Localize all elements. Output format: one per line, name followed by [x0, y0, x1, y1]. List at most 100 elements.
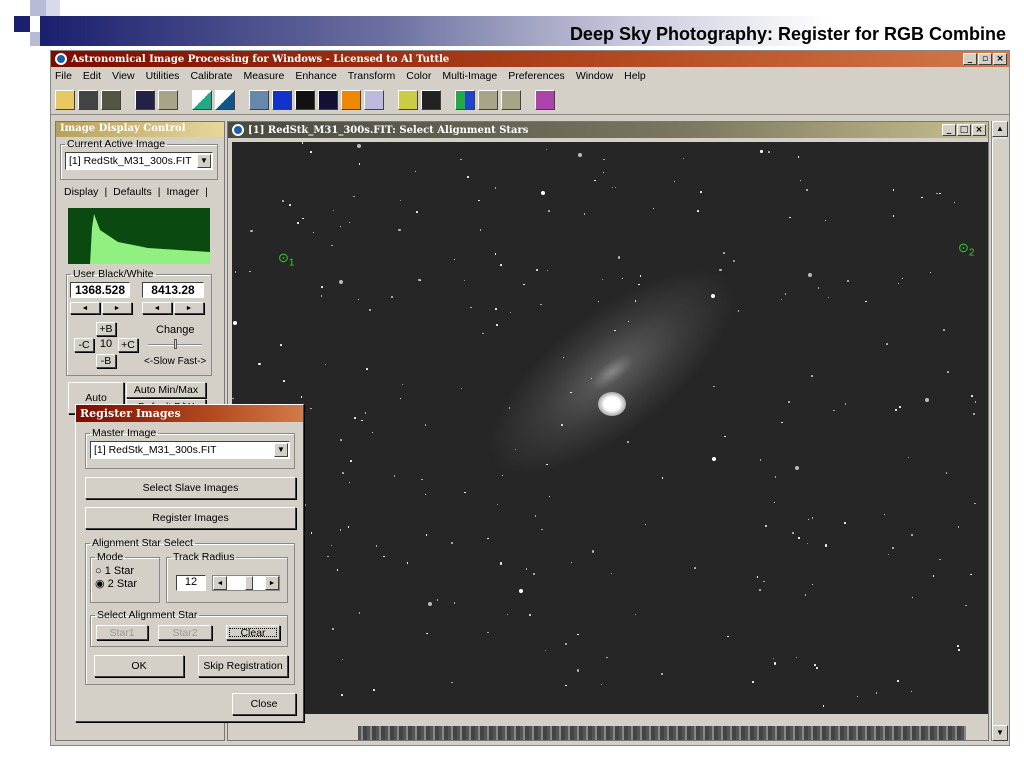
copy-icon[interactable]: [135, 89, 155, 110]
skip-registration-button[interactable]: Skip Registration: [198, 655, 288, 677]
clear-button[interactable]: Clear: [226, 625, 280, 640]
minimize-button[interactable]: _: [942, 124, 956, 136]
master-image-select[interactable]: [1] RedStk_M31_300s.FIT ▼: [90, 441, 290, 459]
star: [398, 228, 401, 232]
speed-slider[interactable]: [148, 339, 202, 349]
close-button[interactable]: ×: [993, 53, 1007, 65]
close-button[interactable]: ×: [972, 124, 986, 136]
ok-button[interactable]: OK: [94, 655, 184, 677]
star: [603, 158, 605, 161]
radio-2-star[interactable]: ◉ 2 Star: [95, 577, 155, 590]
star: [892, 547, 894, 549]
minimize-button[interactable]: _: [963, 53, 977, 65]
menu-transform[interactable]: Transform: [348, 70, 395, 82]
tab-imager[interactable]: Imager: [166, 186, 199, 198]
star: [321, 286, 323, 288]
restore-button[interactable]: ▫: [978, 53, 992, 65]
menu-preferences[interactable]: Preferences: [508, 70, 565, 82]
plus-b-button[interactable]: +B: [96, 322, 116, 336]
menu-file[interactable]: File: [55, 70, 72, 82]
star: [406, 562, 409, 564]
starfield-icon[interactable]: [318, 89, 338, 110]
star: [310, 151, 312, 153]
help-book-icon[interactable]: [535, 89, 555, 110]
slow-fast-label: <-Slow Fast->: [144, 356, 207, 367]
menu-utilities[interactable]: Utilities: [146, 70, 180, 82]
star1-button[interactable]: Star1: [96, 625, 148, 640]
track-radius-scrollbar[interactable]: ◄ ►: [212, 575, 280, 591]
star: [340, 439, 342, 441]
black-value-input[interactable]: 1368.528: [70, 282, 130, 298]
chevron-down-icon: ▼: [197, 154, 211, 168]
vertical-scrollbar[interactable]: ▲ ▼: [991, 121, 1008, 741]
scroll-left-icon[interactable]: ◄: [213, 576, 227, 590]
star: [682, 157, 685, 160]
blank-icon[interactable]: [158, 89, 178, 110]
star: [302, 217, 304, 220]
curve-icon[interactable]: [215, 89, 235, 110]
math-icon[interactable]: [364, 89, 384, 110]
star: [249, 270, 251, 273]
star: [899, 406, 901, 408]
track-radius-input[interactable]: 12: [176, 575, 206, 591]
blank-icon[interactable]: [478, 89, 498, 110]
white-value-input[interactable]: 8413.28: [142, 282, 204, 298]
close-dialog-button[interactable]: Close: [232, 693, 296, 715]
save-fits-icon[interactable]: [101, 89, 121, 110]
black-increase-button[interactable]: ►: [102, 302, 132, 314]
star: [844, 403, 847, 405]
star: [634, 300, 637, 302]
star-icon[interactable]: [295, 89, 315, 110]
process-icon[interactable]: [249, 89, 269, 110]
white-decrease-button[interactable]: ◄: [142, 302, 172, 314]
star-image-canvas[interactable]: ⊙1 ⊙2: [232, 142, 988, 714]
menu-view[interactable]: View: [112, 70, 135, 82]
plus-c-button[interactable]: +C: [118, 338, 138, 352]
register-images-button[interactable]: Register Images: [85, 507, 296, 529]
menu-window[interactable]: Window: [576, 70, 613, 82]
minus-c-button[interactable]: -C: [74, 338, 94, 352]
current-image-select[interactable]: [1] RedStk_M31_300s.FIT ▼: [65, 152, 213, 170]
scroll-thumb[interactable]: [992, 139, 1008, 729]
star: [570, 391, 572, 394]
radio-label: 2 Star: [107, 578, 138, 590]
star: [939, 192, 941, 195]
maximize-button[interactable]: □: [957, 124, 971, 136]
radio-1-star[interactable]: ○ 1 Star: [95, 565, 155, 577]
scroll-down-icon[interactable]: ▼: [992, 725, 1008, 741]
scroll-up-icon[interactable]: ▲: [992, 121, 1008, 137]
tab-display[interactable]: Display: [64, 186, 98, 198]
menu-multi-image[interactable]: Multi-Image: [442, 70, 497, 82]
black-decrease-button[interactable]: ◄: [70, 302, 100, 314]
scroll-right-icon[interactable]: ►: [265, 576, 279, 590]
star: [391, 296, 393, 298]
open-icon[interactable]: [55, 89, 75, 110]
star: [806, 542, 809, 545]
auto-minmax-button[interactable]: Auto Min/Max: [126, 382, 206, 398]
select-slave-images-button[interactable]: Select Slave Images: [85, 477, 296, 499]
menu-calibrate[interactable]: Calibrate: [190, 70, 232, 82]
menu-enhance[interactable]: Enhance: [295, 70, 336, 82]
galaxy-core: [598, 392, 626, 416]
star: [807, 273, 812, 278]
galaxy2-icon[interactable]: [421, 89, 441, 110]
minus-b-button[interactable]: -B: [96, 354, 116, 368]
star: [795, 656, 798, 659]
star: [464, 491, 466, 494]
scroll-thumb[interactable]: [245, 576, 253, 590]
slide-title: Deep Sky Photography: Register for RGB C…: [569, 24, 1006, 44]
white-increase-button[interactable]: ►: [174, 302, 204, 314]
galaxy-icon[interactable]: [398, 89, 418, 110]
histogram-icon[interactable]: [192, 89, 212, 110]
rgb-icon[interactable]: [455, 89, 475, 110]
tab-defaults[interactable]: Defaults: [113, 186, 152, 198]
menu-color[interactable]: Color: [406, 70, 431, 82]
blank-icon[interactable]: [501, 89, 521, 110]
ddp-icon[interactable]: [272, 89, 292, 110]
menu-edit[interactable]: Edit: [83, 70, 101, 82]
save-icon[interactable]: [78, 89, 98, 110]
star2-button[interactable]: Star2: [158, 625, 212, 640]
menu-measure[interactable]: Measure: [243, 70, 284, 82]
menu-help[interactable]: Help: [624, 70, 646, 82]
fft-icon[interactable]: [341, 89, 361, 110]
